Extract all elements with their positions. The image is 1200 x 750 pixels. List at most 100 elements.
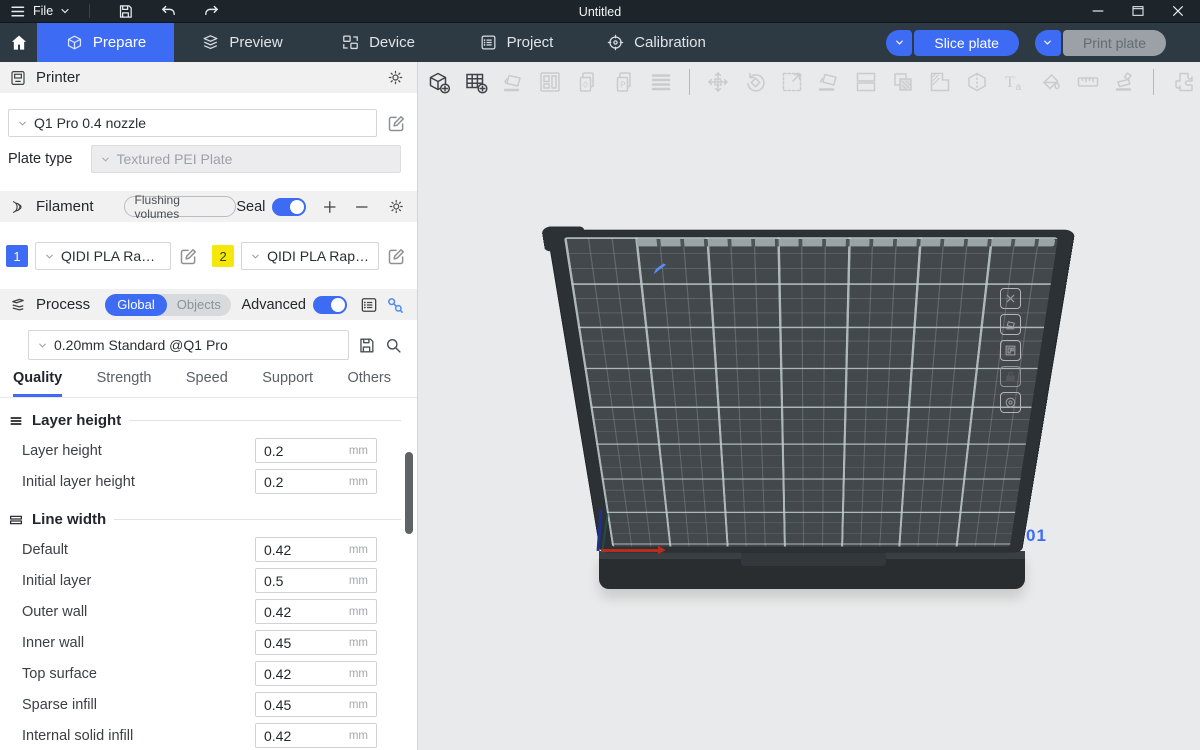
tab-prepare[interactable]: Prepare [37, 23, 174, 62]
process-preset-select[interactable]: 0.20mm Standard @Q1 Pro [28, 330, 349, 360]
search-settings-icon[interactable] [385, 295, 405, 315]
edit-filament-2-icon[interactable] [386, 246, 407, 267]
save-icon[interactable] [117, 3, 134, 20]
lock-plate-button[interactable] [1000, 366, 1021, 387]
internal-solid-infill-input[interactable] [264, 728, 326, 744]
search-icon[interactable] [384, 336, 403, 355]
group-title: Layer height [32, 412, 121, 429]
settings-panel: Printer Q1 Pro 0.4 nozzle Plate type Tex… [0, 62, 418, 750]
initial-layer-width-input[interactable] [264, 573, 326, 589]
chevron-down-icon [17, 118, 28, 129]
plate-calibration-strip [637, 239, 1056, 246]
layer-height-icon [8, 413, 24, 429]
tab-others[interactable]: Others [347, 370, 391, 397]
scope-objects-button[interactable]: Objects [167, 297, 231, 312]
process-icon [9, 296, 27, 314]
minimize-button[interactable] [1090, 3, 1106, 19]
tab-project[interactable]: Project [472, 23, 560, 62]
project-icon [479, 33, 498, 52]
orient-plate-icon [1004, 318, 1017, 331]
panel-scrollbar[interactable] [405, 452, 413, 534]
top-surface-input[interactable] [264, 666, 326, 682]
close-button[interactable] [1170, 3, 1186, 19]
setting-row-outer-wall: Outer wall mm [22, 599, 377, 624]
sparse-infill-input[interactable] [264, 697, 326, 713]
chevron-down-icon [1042, 37, 1053, 48]
scope-global-button[interactable]: Global [105, 294, 167, 316]
advanced-toggle[interactable] [313, 296, 347, 314]
toggle-knob [331, 298, 345, 312]
printer-preset-select[interactable]: Q1 Pro 0.4 nozzle [8, 109, 377, 137]
arrange-plate-button[interactable] [1000, 340, 1021, 361]
viewport-3d[interactable]: 0 P Ta [418, 62, 1200, 750]
inner-wall-input[interactable] [264, 635, 326, 651]
printer-icon [9, 69, 27, 87]
tab-strength[interactable]: Strength [97, 370, 152, 397]
chevron-down-icon [100, 154, 111, 165]
plate-surface-grid[interactable] [564, 237, 1058, 546]
tab-device[interactable]: Device [332, 23, 424, 62]
parameter-list-icon[interactable] [359, 295, 379, 315]
filament-settings-gear-icon[interactable] [387, 197, 405, 216]
save-preset-icon[interactable] [357, 336, 376, 355]
calibration-icon [606, 33, 625, 52]
lock-icon [1004, 370, 1017, 383]
edit-filament-1-icon[interactable] [178, 246, 199, 267]
x-axis-indicator [601, 549, 659, 552]
tab-project-label: Project [507, 34, 554, 51]
setting-row-initial-layer: Initial layer mm [22, 568, 377, 593]
plate-name-edit-icon[interactable] [652, 262, 668, 276]
group-rule [114, 519, 401, 520]
slice-plate-dropdown[interactable] [886, 30, 912, 56]
plate-type-select[interactable]: Textured PEI Plate [91, 145, 401, 173]
group-rule [129, 420, 401, 421]
tab-support[interactable]: Support [262, 370, 313, 397]
plate-settings-button[interactable] [1000, 392, 1021, 413]
device-icon [341, 33, 360, 52]
undo-icon[interactable] [160, 3, 177, 20]
cube-icon [65, 33, 84, 52]
filament-section-title: Filament [36, 198, 94, 215]
default-width-input[interactable] [264, 542, 326, 558]
printer-settings-gear-icon[interactable] [386, 68, 405, 87]
slice-plate-button[interactable]: Slice plate [914, 30, 1019, 56]
setting-row-internal-solid-infill: Internal solid infill mm [22, 723, 377, 748]
initial-layer-height-input[interactable] [264, 474, 326, 490]
flushing-volumes-button[interactable]: Flushing volumes [124, 196, 237, 217]
tab-speed[interactable]: Speed [186, 370, 228, 397]
tab-quality[interactable]: Quality [13, 370, 62, 397]
tab-calibration[interactable]: Calibration [600, 23, 712, 62]
print-plate-dropdown[interactable] [1035, 30, 1061, 56]
chevron-down-icon [59, 5, 71, 17]
seal-toggle[interactable] [272, 198, 306, 216]
plate-scene [418, 62, 1200, 750]
filament-1-badge: 1 [6, 245, 28, 267]
home-icon [9, 33, 29, 53]
layer-height-input[interactable] [264, 443, 326, 459]
tab-prepare-label: Prepare [93, 34, 146, 51]
add-filament-button[interactable] [322, 199, 338, 215]
home-button[interactable] [0, 23, 37, 62]
tab-preview[interactable]: Preview [174, 23, 310, 62]
build-plate[interactable] [548, 231, 1074, 552]
filament-2-select[interactable]: QIDI PLA Rapido M... [241, 242, 379, 270]
process-tabs: Quality Strength Speed Support Others [0, 360, 417, 398]
print-plate-button[interactable]: Print plate [1063, 30, 1166, 56]
delete-plate-button[interactable] [1000, 288, 1021, 309]
setting-row-sparse-infill: Sparse infill mm [22, 692, 377, 717]
titlebar-divider [89, 4, 90, 18]
tab-preview-label: Preview [229, 34, 282, 51]
redo-icon[interactable] [203, 3, 220, 20]
filament-2-value: QIDI PLA Rapido M... [267, 248, 370, 264]
file-menu-label[interactable]: File [33, 4, 53, 18]
outer-wall-input[interactable] [264, 604, 326, 620]
hamburger-icon [10, 3, 27, 20]
maximize-button[interactable] [1130, 3, 1146, 19]
printer-section-header: Printer [0, 62, 417, 93]
remove-filament-button[interactable] [354, 199, 370, 215]
advanced-label: Advanced [242, 297, 307, 313]
edit-printer-icon[interactable] [386, 113, 407, 134]
file-menu[interactable]: File [10, 3, 71, 20]
filament-1-select[interactable]: QIDI PLA Rapido [35, 242, 171, 270]
orient-plate-button[interactable] [1000, 314, 1021, 335]
